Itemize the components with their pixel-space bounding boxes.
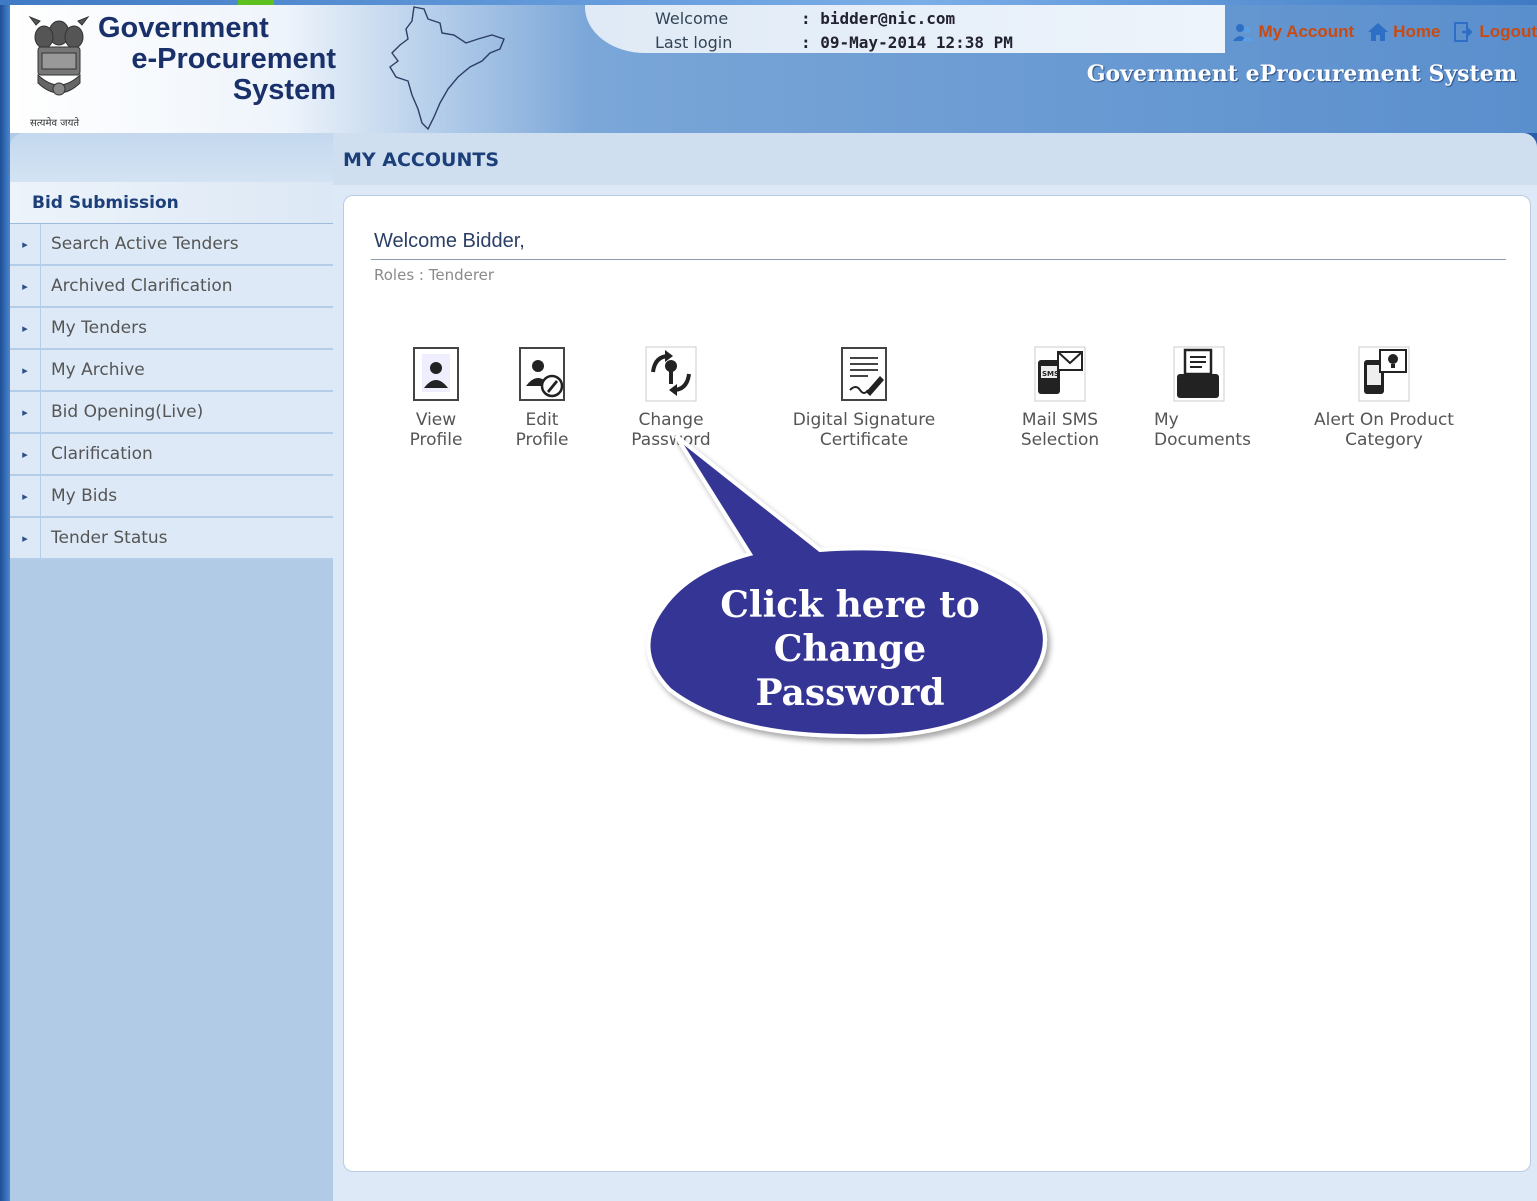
tile-label: Category [1345,430,1423,450]
sidebar-menu-item[interactable]: ▸ My Bids [10,476,333,518]
sidebar-menu-label: Bid Opening(Live) [51,402,204,422]
callout-line: Change [773,628,927,670]
callout-line: Password [755,672,945,714]
sidebar-menu-item[interactable]: ▸ Bid Opening(Live) [10,392,333,434]
sidebar-menu-item[interactable]: ▸ My Tenders [10,308,333,350]
sidebar-menu-label: Clarification [51,444,153,464]
divider [371,259,1506,260]
welcome-heading: Welcome Bidder, [374,230,525,252]
svg-text:SMS: SMS [1042,370,1059,378]
sidebar-menu-label: My Tenders [51,318,147,338]
callout-text: Click here to Change Password [690,583,1010,715]
home-link[interactable]: Home [1368,22,1440,42]
brand-line-1: Government [98,12,269,44]
logout-link[interactable]: Logout [1454,22,1537,42]
brand-line-2: e-Procurement [131,43,336,75]
sidebar-menu-item[interactable]: ▸ Tender Status [10,518,333,560]
brand-wordmark: Government e-Procurement System [96,13,336,106]
sidebar-menu-label: My Archive [51,360,145,380]
sidebar-heading[interactable]: Bid Submission [10,182,333,224]
edit-profile-tile[interactable]: Edit Profile [502,346,582,450]
window-frame-left [0,0,10,1201]
india-map-icon [389,6,505,131]
tile-label: Profile [409,430,463,450]
logo-area[interactable]: सत्यमेव जयते Government e-Procurement Sy… [10,5,340,133]
digital-signature-icon [836,346,892,402]
user-icon [1233,24,1254,41]
expand-arrow-icon: ▸ [10,434,41,474]
tile-label: Digital Signature [792,410,936,430]
callout-line: Click here to [720,584,980,626]
view-profile-icon [408,346,464,402]
tile-label: View [415,410,457,430]
my-account-label: My Account [1258,22,1355,41]
sidebar-menu-item[interactable]: ▸ Archived Clarification [10,266,333,308]
top-links: My Account Home Logout [1205,17,1537,47]
sidebar-menu-label: Search Active Tenders [51,234,239,254]
sidebar-menu-item[interactable]: ▸ Search Active Tenders [10,224,333,266]
tile-label: Change [638,410,704,430]
sidebar-menu-label: Archived Clarification [51,276,233,296]
expand-arrow-icon: ▸ [10,308,41,348]
brand-line-3: System [232,74,336,106]
change-password-icon [643,346,699,402]
sidebar-menu: ▸ Search Active Tenders ▸ Archived Clarific… [10,224,333,560]
alert-product-icon [1356,346,1412,402]
site-header: सत्यमेव जयते Government e-Procurement Sy… [10,5,1537,133]
logout-icon [1454,22,1474,42]
tile-label: Profile [515,430,569,450]
home-label: Home [1393,22,1441,41]
expand-arrow-icon: ▸ [10,476,41,516]
edit-profile-icon [514,346,570,402]
tile-label: Alert On Product [1314,410,1454,430]
welcome-user: : bidder@nic.com [801,9,956,28]
expand-arrow-icon: ▸ [10,266,41,306]
my-account-link[interactable]: My Account [1233,22,1354,42]
my-documents-tile[interactable]: My Documents [1144,346,1254,450]
sidebar-menu-label: My Bids [51,486,118,506]
system-title: Government eProcurement System [1086,61,1517,87]
sidebar-menu-label: Tender Status [51,528,168,548]
tile-label: Documents [1154,430,1251,450]
mail-sms-icon: SMS [1032,346,1088,402]
expand-arrow-icon: ▸ [10,224,41,264]
emblem-caption: सत्यमेव जयते [30,118,80,129]
logout-label: Logout [1479,22,1537,41]
main-title-bar: MY ACCOUNTS [333,133,1537,185]
alert-product-tile[interactable]: Alert On Product Category [1304,346,1464,450]
sidebar-menu-item[interactable]: ▸ My Archive [10,350,333,392]
expand-arrow-icon: ▸ [10,518,41,558]
last-login-label: Last login [655,33,733,52]
expand-arrow-icon: ▸ [10,350,41,390]
sidebar: Bid Submission ▸ Search Active Tenders ▸ Ar… [10,133,333,1201]
tile-label: Edit [525,410,559,430]
home-icon [1368,23,1389,41]
expand-arrow-icon: ▸ [10,392,41,432]
documents-icon [1171,346,1227,402]
tile-label: Mail SMS [1021,410,1099,430]
view-profile-tile[interactable]: View Profile [396,346,476,450]
last-login-value: : 09-May-2014 12:38 PM [801,33,1013,52]
roles-text: Roles : Tenderer [374,266,495,284]
page-title: MY ACCOUNTS [343,149,499,171]
sidebar-menu-item[interactable]: ▸ Clarification [10,434,333,476]
tile-label: My [1154,410,1179,430]
welcome-label: Welcome [655,9,729,28]
session-info-panel: Welcome : bidder@nic.com Last login : 09… [585,5,1225,53]
national-emblem-icon [28,15,90,96]
sidebar-top-bar [10,133,333,182]
